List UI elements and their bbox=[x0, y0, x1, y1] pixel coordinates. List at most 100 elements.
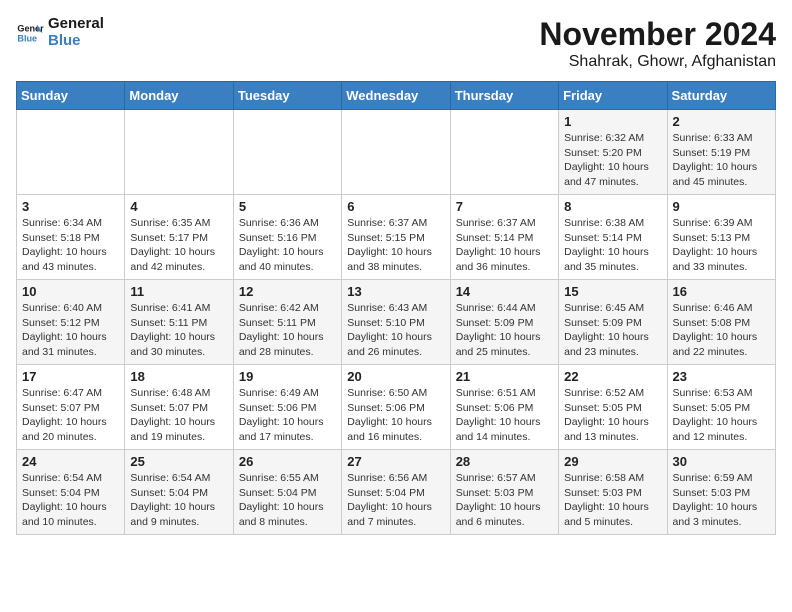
week-row-5: 24Sunrise: 6:54 AM Sunset: 5:04 PM Dayli… bbox=[17, 450, 776, 535]
day-number: 16 bbox=[673, 284, 770, 299]
day-cell bbox=[342, 110, 450, 195]
day-cell: 20Sunrise: 6:50 AM Sunset: 5:06 PM Dayli… bbox=[342, 365, 450, 450]
day-cell: 4 Sunrise: 6:35 AM Sunset: 5:17 PM Daylig… bbox=[125, 195, 233, 280]
day-cell: 19Sunrise: 6:49 AM Sunset: 5:06 PM Dayli… bbox=[233, 365, 341, 450]
logo-icon: General Blue bbox=[16, 19, 44, 47]
calendar-table: SundayMondayTuesdayWednesdayThursdayFrid… bbox=[16, 81, 776, 535]
day-cell: 26 Sunrise: 6:55 AM Sunset: 5:04 PM Dayli… bbox=[233, 450, 341, 535]
day-info: Sunrise: 6:43 AM Sunset: 5:10 PM Dayligh… bbox=[347, 301, 444, 360]
main-title: November 2024 bbox=[539, 16, 776, 53]
day-info: Sunrise: 6:55 AM Sunset: 5:04 PM Dayligh… bbox=[239, 471, 336, 530]
day-info: Sunrise: 6:47 AM Sunset: 5:07 PM Dayligh… bbox=[22, 386, 119, 445]
header-cell-sunday: Sunday bbox=[17, 82, 125, 110]
day-cell: 30 Sunrise: 6:59 AM Sunset: 5:03 PM Dayli… bbox=[667, 450, 775, 535]
day-number: 14 bbox=[456, 284, 553, 299]
day-cell: 11Sunrise: 6:41 AM Sunset: 5:11 PM Dayli… bbox=[125, 280, 233, 365]
day-number: 15 bbox=[564, 284, 661, 299]
day-cell: 5Sunrise: 6:36 AM Sunset: 5:16 PM Daylig… bbox=[233, 195, 341, 280]
day-number: 28 bbox=[456, 454, 553, 469]
day-cell: 16 Sunrise: 6:46 AM Sunset: 5:08 PM Dayli… bbox=[667, 280, 775, 365]
day-cell: 6 Sunrise: 6:37 AM Sunset: 5:15 PM Daylig… bbox=[342, 195, 450, 280]
day-info: Sunrise: 6:57 AM Sunset: 5:03 PM Dayligh… bbox=[456, 471, 553, 530]
day-info: Sunrise: 6:54 AM Sunset: 5:04 PM Dayligh… bbox=[22, 471, 119, 530]
day-cell: 29Sunrise: 6:58 AM Sunset: 5:03 PM Dayli… bbox=[559, 450, 667, 535]
day-cell: 18Sunrise: 6:48 AM Sunset: 5:07 PM Dayli… bbox=[125, 365, 233, 450]
header: General Blue General Blue November 2024 … bbox=[16, 16, 776, 71]
day-cell: 9 Sunrise: 6:39 AM Sunset: 5:13 PM Daylig… bbox=[667, 195, 775, 280]
day-cell: 1 Sunrise: 6:32 AM Sunset: 5:20 PM Daylig… bbox=[559, 110, 667, 195]
day-info: Sunrise: 6:38 AM Sunset: 5:14 PM Dayligh… bbox=[564, 216, 661, 275]
day-cell bbox=[450, 110, 558, 195]
day-info: Sunrise: 6:37 AM Sunset: 5:15 PM Dayligh… bbox=[347, 216, 444, 275]
week-row-4: 17 Sunrise: 6:47 AM Sunset: 5:07 PM Dayli… bbox=[17, 365, 776, 450]
day-number: 7 bbox=[456, 199, 553, 214]
day-info: Sunrise: 6:39 AM Sunset: 5:13 PM Dayligh… bbox=[673, 216, 770, 275]
day-number: 2 bbox=[673, 114, 770, 129]
day-cell: 24Sunrise: 6:54 AM Sunset: 5:04 PM Dayli… bbox=[17, 450, 125, 535]
day-number: 17 bbox=[22, 369, 119, 384]
day-number: 21 bbox=[456, 369, 553, 384]
day-info: Sunrise: 6:53 AM Sunset: 5:05 PM Dayligh… bbox=[673, 386, 770, 445]
week-row-3: 10Sunrise: 6:40 AM Sunset: 5:12 PM Dayli… bbox=[17, 280, 776, 365]
day-number: 10 bbox=[22, 284, 119, 299]
day-info: Sunrise: 6:48 AM Sunset: 5:07 PM Dayligh… bbox=[130, 386, 227, 445]
header-cell-saturday: Saturday bbox=[667, 82, 775, 110]
day-info: Sunrise: 6:32 AM Sunset: 5:20 PM Dayligh… bbox=[564, 131, 661, 190]
logo-line1: General bbox=[48, 16, 104, 33]
day-number: 3 bbox=[22, 199, 119, 214]
day-info: Sunrise: 6:51 AM Sunset: 5:06 PM Dayligh… bbox=[456, 386, 553, 445]
day-cell bbox=[125, 110, 233, 195]
day-number: 6 bbox=[347, 199, 444, 214]
day-number: 25 bbox=[130, 454, 227, 469]
header-cell-wednesday: Wednesday bbox=[342, 82, 450, 110]
logo: General Blue General Blue bbox=[16, 16, 104, 49]
day-number: 4 bbox=[130, 199, 227, 214]
svg-text:General: General bbox=[17, 23, 44, 33]
day-cell: 2 Sunrise: 6:33 AM Sunset: 5:19 PM Daylig… bbox=[667, 110, 775, 195]
day-number: 26 bbox=[239, 454, 336, 469]
day-info: Sunrise: 6:42 AM Sunset: 5:11 PM Dayligh… bbox=[239, 301, 336, 360]
day-number: 9 bbox=[673, 199, 770, 214]
day-cell: 27Sunrise: 6:56 AM Sunset: 5:04 PM Dayli… bbox=[342, 450, 450, 535]
day-info: Sunrise: 6:33 AM Sunset: 5:19 PM Dayligh… bbox=[673, 131, 770, 190]
logo-line2: Blue bbox=[48, 33, 104, 50]
svg-text:Blue: Blue bbox=[17, 33, 37, 43]
day-info: Sunrise: 6:59 AM Sunset: 5:03 PM Dayligh… bbox=[673, 471, 770, 530]
day-info: Sunrise: 6:44 AM Sunset: 5:09 PM Dayligh… bbox=[456, 301, 553, 360]
day-cell: 25Sunrise: 6:54 AM Sunset: 5:04 PM Dayli… bbox=[125, 450, 233, 535]
day-number: 13 bbox=[347, 284, 444, 299]
day-number: 30 bbox=[673, 454, 770, 469]
day-cell bbox=[17, 110, 125, 195]
header-row: SundayMondayTuesdayWednesdayThursdayFrid… bbox=[17, 82, 776, 110]
title-area: November 2024 Shahrak, Ghowr, Afghanista… bbox=[539, 16, 776, 71]
header-cell-thursday: Thursday bbox=[450, 82, 558, 110]
day-cell: 13 Sunrise: 6:43 AM Sunset: 5:10 PM Dayli… bbox=[342, 280, 450, 365]
day-info: Sunrise: 6:45 AM Sunset: 5:09 PM Dayligh… bbox=[564, 301, 661, 360]
header-cell-monday: Monday bbox=[125, 82, 233, 110]
day-info: Sunrise: 6:46 AM Sunset: 5:08 PM Dayligh… bbox=[673, 301, 770, 360]
day-number: 1 bbox=[564, 114, 661, 129]
subtitle: Shahrak, Ghowr, Afghanistan bbox=[539, 53, 776, 71]
day-number: 20 bbox=[347, 369, 444, 384]
day-number: 19 bbox=[239, 369, 336, 384]
day-cell: 14 Sunrise: 6:44 AM Sunset: 5:09 PM Dayli… bbox=[450, 280, 558, 365]
day-number: 23 bbox=[673, 369, 770, 384]
week-row-2: 3 Sunrise: 6:34 AM Sunset: 5:18 PM Daylig… bbox=[17, 195, 776, 280]
day-info: Sunrise: 6:52 AM Sunset: 5:05 PM Dayligh… bbox=[564, 386, 661, 445]
day-cell: 21 Sunrise: 6:51 AM Sunset: 5:06 PM Dayli… bbox=[450, 365, 558, 450]
week-row-1: 1 Sunrise: 6:32 AM Sunset: 5:20 PM Daylig… bbox=[17, 110, 776, 195]
day-number: 29 bbox=[564, 454, 661, 469]
day-number: 5 bbox=[239, 199, 336, 214]
day-info: Sunrise: 6:35 AM Sunset: 5:17 PM Dayligh… bbox=[130, 216, 227, 275]
day-cell: 7Sunrise: 6:37 AM Sunset: 5:14 PM Daylig… bbox=[450, 195, 558, 280]
day-cell: 15 Sunrise: 6:45 AM Sunset: 5:09 PM Dayli… bbox=[559, 280, 667, 365]
day-number: 8 bbox=[564, 199, 661, 214]
day-number: 12 bbox=[239, 284, 336, 299]
day-info: Sunrise: 6:41 AM Sunset: 5:11 PM Dayligh… bbox=[130, 301, 227, 360]
day-cell: 3 Sunrise: 6:34 AM Sunset: 5:18 PM Daylig… bbox=[17, 195, 125, 280]
day-cell: 22Sunrise: 6:52 AM Sunset: 5:05 PM Dayli… bbox=[559, 365, 667, 450]
header-cell-tuesday: Tuesday bbox=[233, 82, 341, 110]
day-info: Sunrise: 6:34 AM Sunset: 5:18 PM Dayligh… bbox=[22, 216, 119, 275]
day-cell: 17 Sunrise: 6:47 AM Sunset: 5:07 PM Dayli… bbox=[17, 365, 125, 450]
day-cell: 12 Sunrise: 6:42 AM Sunset: 5:11 PM Dayli… bbox=[233, 280, 341, 365]
